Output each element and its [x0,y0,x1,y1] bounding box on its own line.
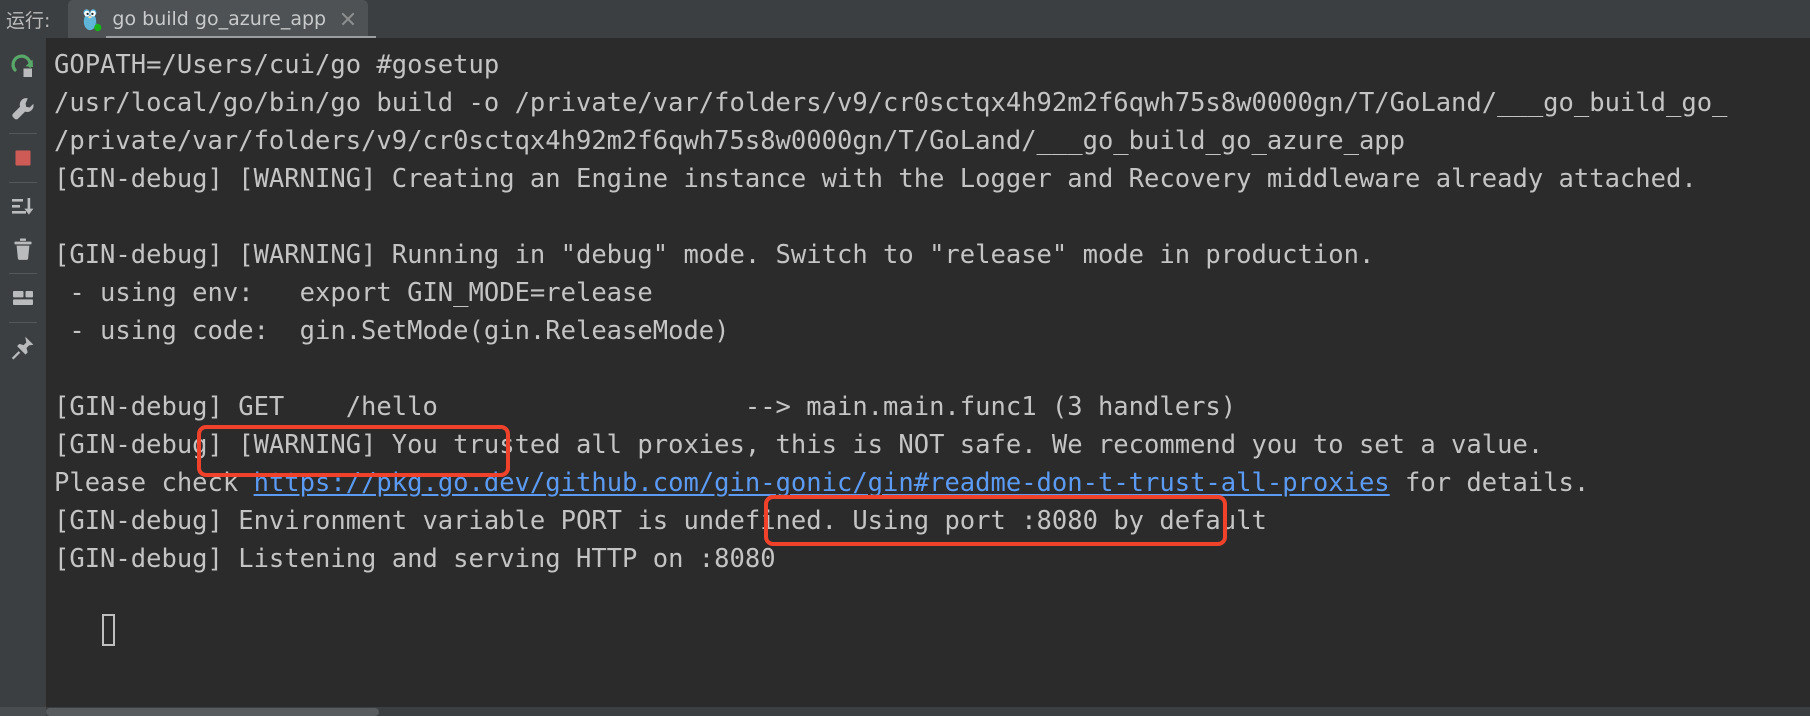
link-line-suffix: for details. [1389,468,1590,498]
toolbar-separator [9,273,37,274]
console-output-panel[interactable]: GOPATH=/Users/cui/go #gosetup /usr/local… [46,38,1810,716]
console-line: [GIN-debug] Listening and serving HTTP o… [54,544,776,574]
pin-icon [11,336,34,360]
pin-tab-button[interactable] [6,326,40,368]
link-line-prefix: Please check [54,468,254,498]
gin-proxies-doc-link[interactable]: https://pkg.go.dev/github.com/gin-gonic/… [254,468,1390,498]
run-label: 运行: [6,9,51,32]
console-line: /usr/local/go/bin/go build -o /private/v… [54,88,1728,118]
run-toolbar [0,38,46,716]
console-line: /private/var/folders/v9/cr0sctqx4h92m2f6… [54,126,1406,156]
horizontal-scrollbar-thumb[interactable] [46,708,379,716]
console-text: GOPATH=/Users/cui/go #gosetup /usr/local… [46,38,1810,578]
console-line: - using code: gin.SetMode(gin.ReleaseMod… [54,316,730,346]
wrench-icon [12,98,34,120]
toolbar-separator [9,182,37,183]
port-line-prefix: [GIN-debug] Environment variable PORT is… [54,506,853,536]
stop-square-icon [15,150,31,166]
port-line-highlighted: Using port :8080 by default [852,506,1267,536]
toolbar-separator [9,322,37,323]
console-line: - using env: export GIN_MODE=release [54,278,653,308]
trash-icon [14,238,32,260]
console-line-link: Please check https://pkg.go.dev/github.c… [54,464,1810,502]
toolbar-bottom-gutter [0,707,46,716]
console-line: GOPATH=/Users/cui/go #gosetup [54,50,500,80]
console-line: [GIN-debug] [WARNING] You trusted all pr… [54,430,1544,460]
run-window-header: 运行: go build go_azure_app [0,0,1810,38]
horizontal-scrollbar[interactable] [46,707,1810,716]
close-icon[interactable] [340,11,356,27]
layout-button[interactable] [6,277,40,319]
tab-go-build-go-azure-app[interactable]: go build go_azure_app [68,0,369,38]
go-gopher-icon [78,6,104,32]
toolbar-separator [9,133,37,134]
layout-icon [13,291,33,305]
stop-button[interactable] [6,137,40,179]
run-tool-window: 运行: go build go_azure_app GOPATH=/Users/… [0,0,1810,716]
edit-configuration[interactable] [6,88,40,130]
scroll-to-end-icon [12,198,34,215]
tab-label: go build go_azure_app [112,8,327,30]
scroll-to-end-button[interactable] [6,186,40,228]
rerun-button[interactable] [6,46,40,88]
rerun-icon [11,54,33,77]
console-caret [102,614,115,646]
console-line-port: [GIN-debug] Environment variable PORT is… [54,502,1810,540]
console-line: [GIN-debug] [WARNING] Running in "debug"… [54,240,1375,270]
clear-all-button[interactable] [6,228,40,270]
console-line-route: [GIN-debug] GET /hello --> main.main.fun… [54,392,1237,422]
console-line: [GIN-debug] [WARNING] Creating an Engine… [54,164,1697,194]
